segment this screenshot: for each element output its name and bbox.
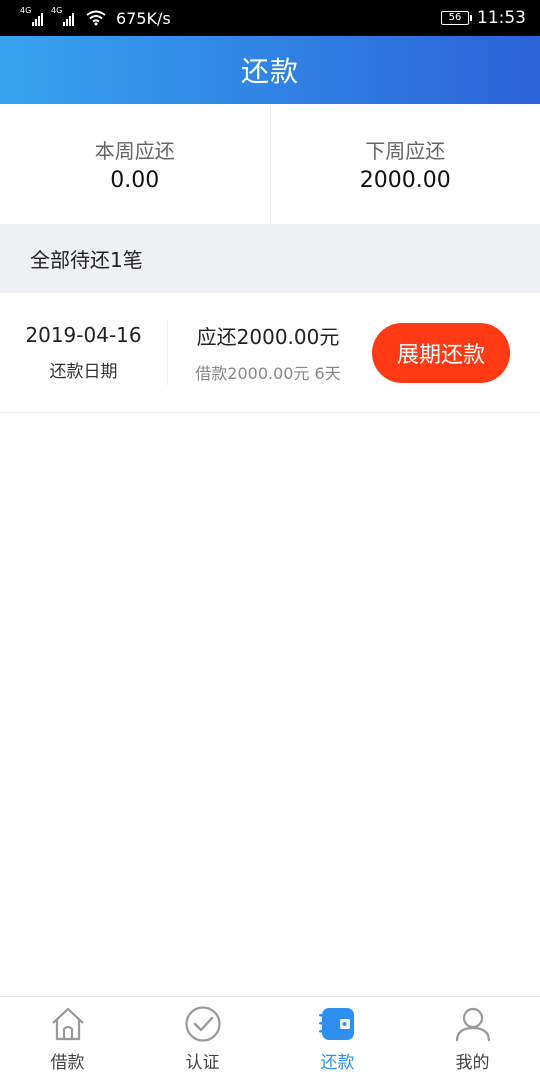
this-week-summary: 本周应还 0.00 — [0, 104, 270, 224]
nav-label: 还款 — [320, 1053, 355, 1073]
nav-label: 认证 — [185, 1053, 220, 1073]
status-bar: 4G 4G 675K/s 56 11:53 — [0, 0, 540, 36]
app-header: 还款 — [0, 36, 540, 104]
pending-count-label: 全部待还1笔 — [30, 248, 143, 272]
user-icon — [455, 1007, 490, 1042]
bottom-nav: 借款 认证 还款 我的 — [0, 996, 540, 1080]
cell-signal-icon: 4G — [51, 6, 74, 26]
home-icon — [51, 1007, 84, 1041]
nav-item-borrow[interactable]: 借款 — [0, 997, 135, 1080]
loan-detail: 借款2000.00元 6天 — [195, 364, 341, 383]
repayment-summary: 本周应还 0.00 下周应还 2000.00 — [0, 104, 540, 224]
repayment-date-label: 还款日期 — [49, 362, 118, 382]
page-title: 还款 — [240, 55, 299, 88]
nav-item-verify[interactable]: 认证 — [135, 997, 270, 1080]
nav-label: 借款 — [50, 1053, 85, 1073]
battery-icon: 56 — [441, 11, 472, 25]
network-speed: 675K/s — [116, 8, 171, 28]
next-week-summary: 下周应还 2000.00 — [269, 104, 540, 224]
cell-signal-icon: 4G — [20, 6, 43, 26]
check-circle-icon — [184, 1006, 221, 1042]
loan-item[interactable]: 2019-04-16 还款日期 应还2000.00元 借款2000.00元 6天… — [0, 293, 540, 413]
wifi-icon — [86, 10, 106, 26]
this-week-value: 0.00 — [110, 168, 160, 193]
nav-label: 我的 — [455, 1053, 490, 1073]
this-week-label: 本周应还 — [94, 139, 175, 163]
amount-due: 应还2000.00元 — [196, 325, 340, 349]
loan-amount-block: 应还2000.00元 借款2000.00元 6天 — [168, 321, 368, 384]
pending-section-header: 全部待还1笔 — [0, 224, 540, 293]
next-week-label: 下周应还 — [365, 139, 446, 163]
repayment-date: 2019-04-16 — [25, 323, 142, 347]
nav-item-me[interactable]: 我的 — [405, 997, 540, 1080]
nav-item-repay[interactable]: 还款 — [270, 997, 405, 1080]
app-screen: 4G 4G 675K/s 56 11:53 还款 本周应还 0.00 下周应还 … — [0, 0, 540, 1080]
clock: 11:53 — [477, 8, 526, 28]
next-week-value: 2000.00 — [359, 168, 451, 193]
wallet-icon — [318, 1008, 354, 1040]
extend-repayment-button[interactable]: 展期还款 — [372, 322, 510, 383]
loan-date-block: 2019-04-16 还款日期 — [0, 320, 168, 385]
